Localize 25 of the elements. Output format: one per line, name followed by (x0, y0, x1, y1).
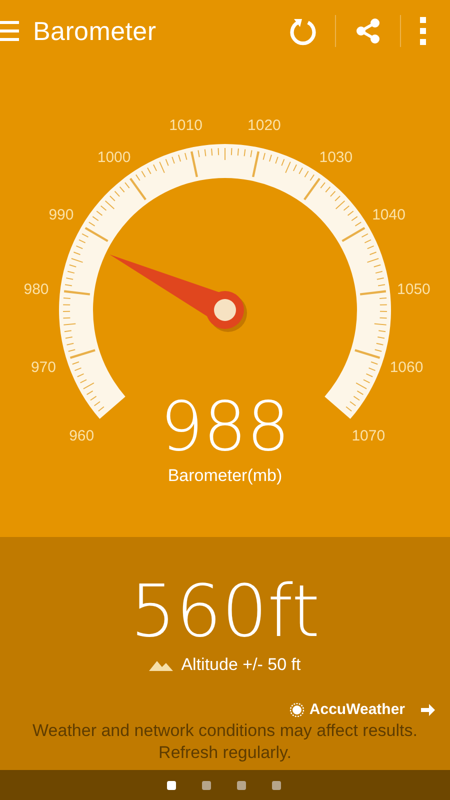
scale-label: 1000 (97, 148, 131, 166)
scale-label: 1070 (352, 428, 386, 445)
scale-label: 1050 (397, 281, 430, 298)
mountain-icon (149, 659, 174, 671)
disclaimer-text: Weather and network conditions may affect results. Refresh regularly. (32, 720, 418, 764)
menu-icon[interactable] (0, 19, 21, 43)
provider-name[interactable]: AccuWeather (309, 701, 405, 718)
pressure-reading: 988 (160, 392, 290, 464)
scale-label: 980 (24, 281, 49, 298)
scale-label: 1030 (319, 148, 353, 166)
scale-label: 1020 (248, 117, 281, 134)
altitude-value: 560ft (130, 571, 320, 651)
sun-icon (290, 702, 304, 716)
scale-label: 970 (30, 359, 56, 376)
scale-label: 1010 (169, 117, 202, 134)
scale-label: 1060 (390, 359, 424, 376)
scale-label: 990 (48, 206, 74, 224)
more-icon[interactable] (418, 16, 428, 46)
altitude-accuracy: Altitude +/- 50 ft (181, 655, 301, 675)
refresh-icon[interactable] (288, 16, 318, 46)
app-title: Barometer (33, 16, 158, 46)
scale-label: 1040 (372, 206, 406, 224)
scale-label: 960 (69, 428, 94, 445)
arrow-icon[interactable] (420, 702, 436, 716)
unit-label: Barometer(mb) (168, 466, 282, 486)
